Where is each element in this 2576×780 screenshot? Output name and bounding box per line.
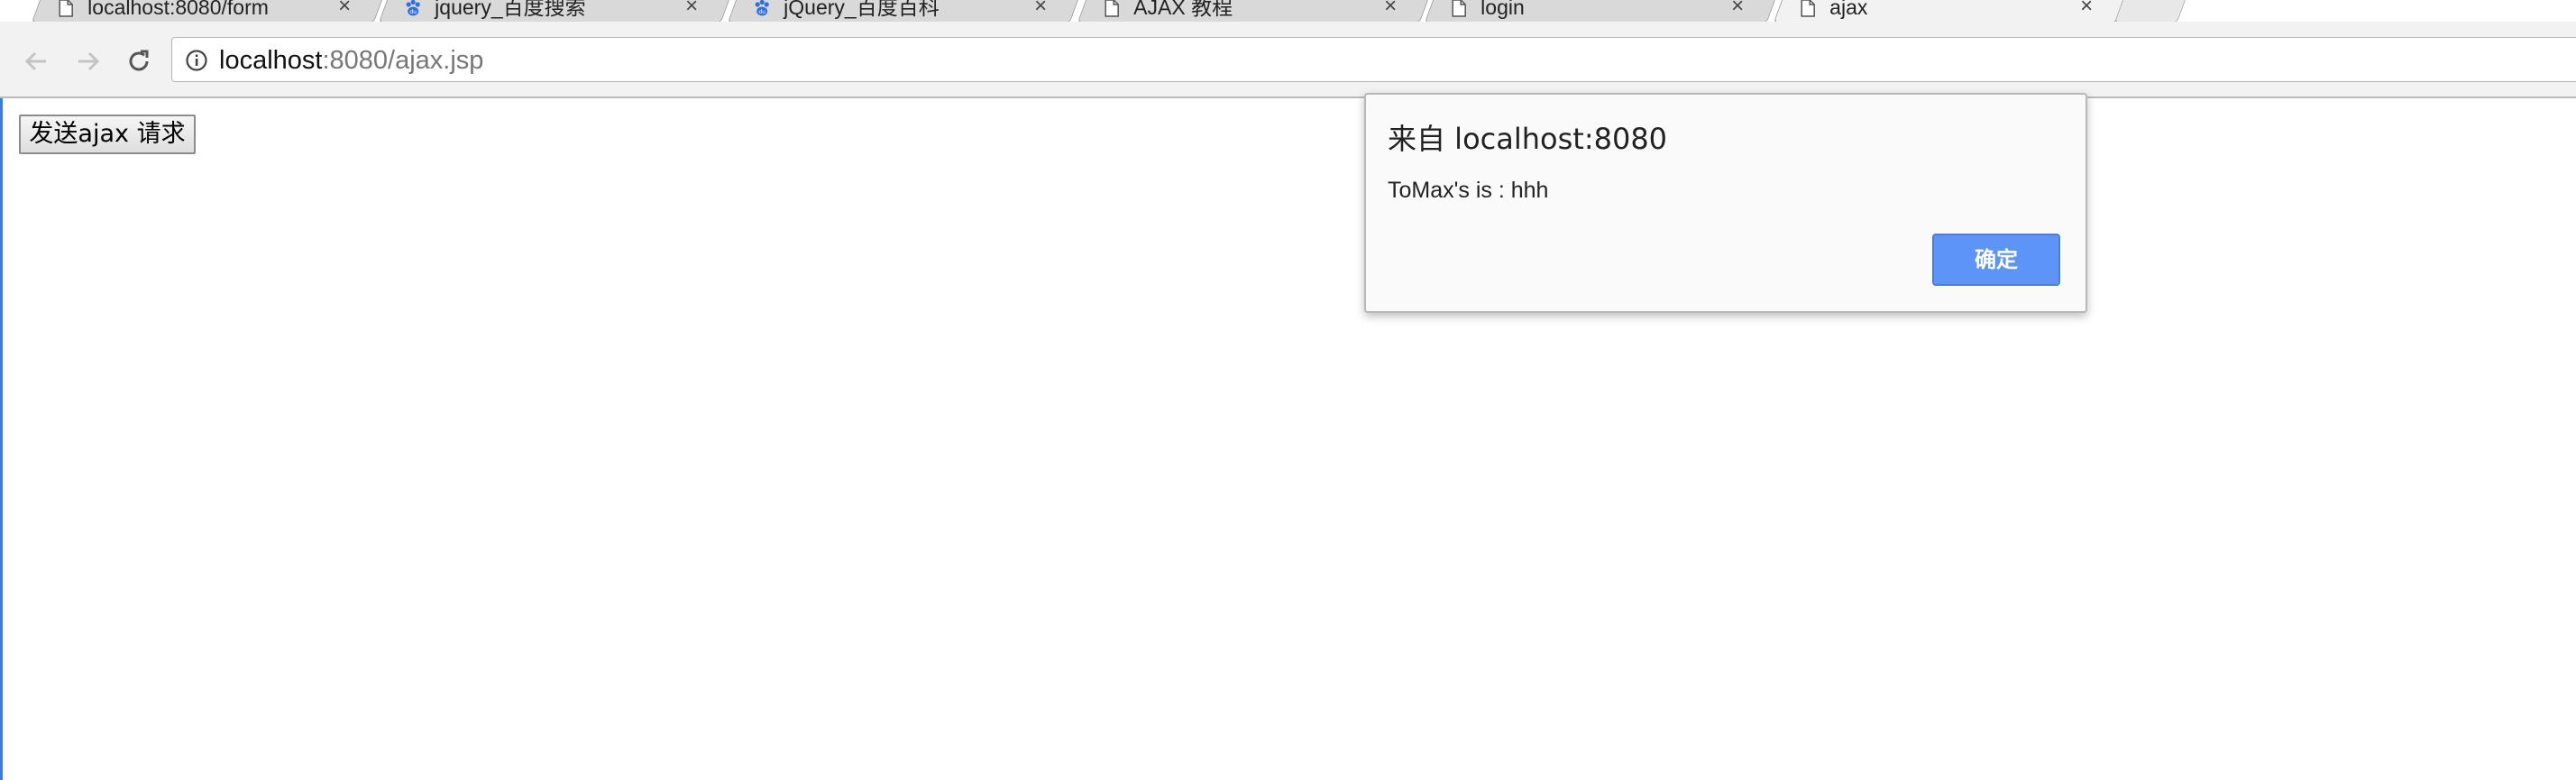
ok-button[interactable]: 确定 [1932,234,2060,286]
url-path: :8080/ajax.jsp [322,46,484,75]
svg-text:du: du [758,9,765,15]
baidu-paw-icon: du [753,0,771,17]
tab-jquery-baidu-search[interactable]: du jquery_百度搜索 × [378,0,731,22]
url-host: localhost [219,46,323,75]
back-arrow-icon [24,51,46,71]
reload-icon [129,50,149,71]
tab-login[interactable]: login × [1424,0,1777,22]
send-ajax-button[interactable]: 发送ajax 请求 [19,115,196,154]
tab-ajax[interactable]: ajax × [1773,0,2126,22]
new-tab-button[interactable] [2113,0,2187,22]
tab-title: jquery_百度搜索 [435,0,586,19]
tab-title: ajax [1829,0,1868,19]
address-bar[interactable]: localhost:8080/ajax.jsp [171,37,2576,82]
window-edge [0,98,3,780]
close-icon[interactable]: × [1034,0,1047,18]
url-text: localhost:8080/ajax.jsp [219,47,483,74]
back-button[interactable] [18,43,54,79]
tab-strip: localhost:8080/form × du jquery_百度搜索 × d… [0,0,2576,22]
page-icon [1103,0,1121,17]
close-icon[interactable]: × [1731,0,1744,18]
page-content: 发送ajax 请求 [0,98,2576,780]
close-icon[interactable]: × [685,0,698,18]
close-icon[interactable]: × [2080,0,2093,18]
tab-ajax-tutorial[interactable]: AJAX 教程 × [1077,0,1430,22]
close-icon[interactable]: × [1384,0,1397,18]
baidu-paw-icon: du [404,0,422,17]
reload-button[interactable] [121,43,157,79]
tab-title: login [1481,0,1525,19]
forward-button[interactable] [70,43,106,79]
tab-title: localhost:8080/form [87,0,269,19]
alert-dialog: 来自 localhost:8080 ToMax's is : hhh 确定 [1364,93,2087,313]
tab-title: jQuery_百度百科 [784,0,940,19]
page-icon [57,0,75,17]
info-icon[interactable] [185,49,207,71]
page-icon [1799,0,1817,17]
close-icon[interactable]: × [338,0,351,18]
browser-toolbar: localhost:8080/ajax.jsp [0,22,2576,98]
svg-text:du: du [409,9,417,15]
forward-arrow-icon [78,51,100,71]
dialog-title: 来自 localhost:8080 [1388,122,1668,156]
tab-title: AJAX 教程 [1133,0,1233,19]
tab-localhost-form[interactable]: localhost:8080/form × [31,0,384,22]
page-icon [1450,0,1468,17]
tab-jquery-baidu-baike[interactable]: du jQuery_百度百科 × [727,0,1080,22]
dialog-message: ToMax's is : hhh [1388,178,1549,203]
